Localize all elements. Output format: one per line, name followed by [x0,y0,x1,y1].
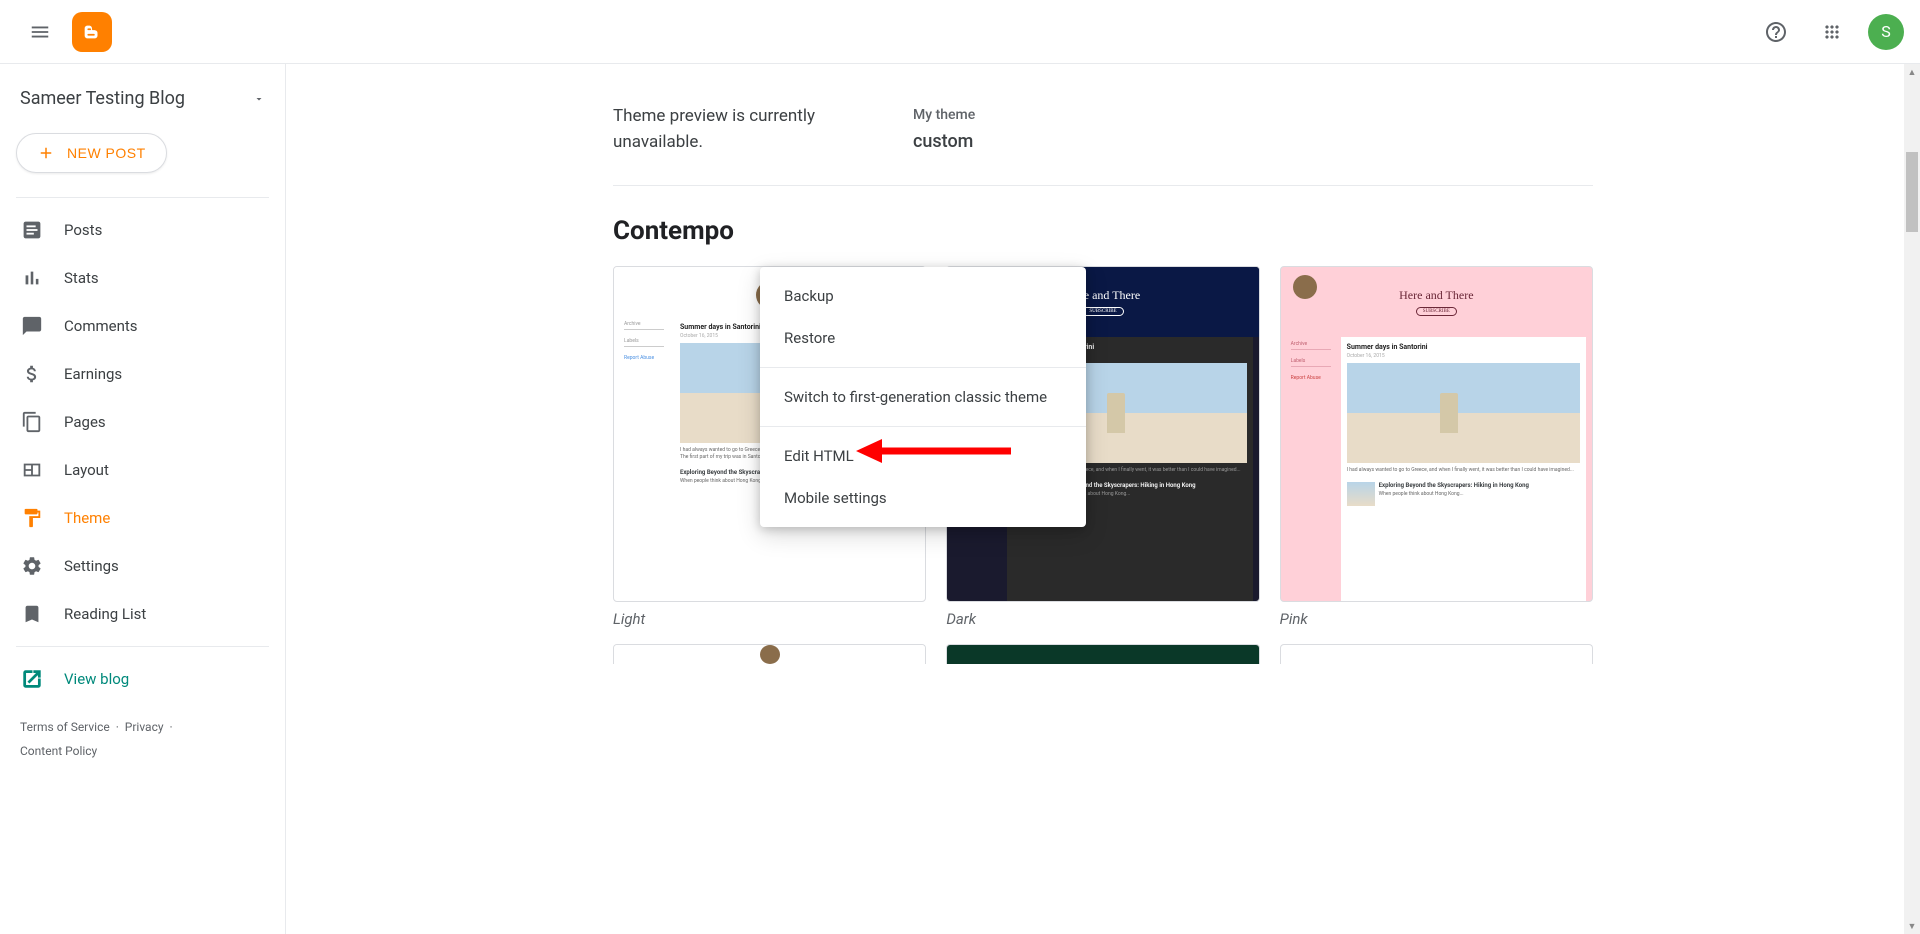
hamburger-icon [29,21,51,43]
theme-category-title: Contempo [613,216,1593,246]
theme-name-label: Light [613,610,926,628]
dropdown-item-edit-html[interactable]: Edit HTML [760,435,1086,477]
sidebar-item-label: Reading List [64,605,146,623]
legal-links: Terms of Service · Privacy · Content Pol… [0,703,285,775]
pages-icon [20,410,44,434]
chevron-down-icon [253,93,265,105]
layout-icon [20,458,44,482]
theme-card-partial[interactable] [946,644,1259,664]
my-theme-name: custom [913,131,975,152]
sidebar-item-reading-list[interactable]: Reading List [8,590,277,638]
theme-card-partial[interactable] [613,644,926,664]
app-header: S [0,0,1920,64]
blog-selector[interactable]: Sameer Testing Blog [0,80,285,125]
view-blog-link[interactable]: View blog [8,655,277,703]
theme-name-label: Dark [946,610,1259,628]
sidebar-item-label: Layout [64,461,109,479]
earnings-icon [20,362,44,386]
sidebar-item-label: Theme [64,509,110,527]
sidebar-item-label: Stats [64,269,99,287]
dropdown-item-classic[interactable]: Switch to first-generation classic theme [760,376,1086,418]
user-avatar[interactable]: S [1868,14,1904,50]
sidebar-item-layout[interactable]: Layout [8,446,277,494]
sidebar: Sameer Testing Blog NEW POST Posts Stats… [0,64,286,934]
sidebar-item-pages[interactable]: Pages [8,398,277,446]
help-button[interactable] [1752,8,1800,56]
apps-grid-icon [1822,22,1842,42]
avatar-initial: S [1881,22,1891,41]
open-in-new-icon [20,667,44,691]
theme-thumbnail [613,644,926,664]
posts-icon [20,218,44,242]
theme-icon [20,506,44,530]
settings-icon [20,554,44,578]
dropdown-item-backup[interactable]: Backup [760,275,1086,317]
theme-thumbnail [946,644,1259,664]
sidebar-item-earnings[interactable]: Earnings [8,350,277,398]
blog-name: Sameer Testing Blog [20,88,185,109]
sidebar-item-label: Pages [64,413,106,431]
sidebar-item-label: Settings [64,557,119,575]
scroll-up-arrow[interactable]: ▲ [1904,64,1920,80]
sidebar-item-posts[interactable]: Posts [8,206,277,254]
blogger-logo[interactable] [72,12,112,52]
theme-thumbnail: Here and ThereSUBSCRIBE ArchiveLabelsRep… [1280,266,1593,602]
main-content: ▲ ▼ Theme preview is currently unavailab… [286,64,1920,934]
comments-icon [20,314,44,338]
sidebar-item-comments[interactable]: Comments [8,302,277,350]
reading-list-icon [20,602,44,626]
theme-card-pink[interactable]: Here and ThereSUBSCRIBE ArchiveLabelsRep… [1280,266,1593,628]
sidebar-item-label: Comments [64,317,138,335]
scroll-down-arrow[interactable]: ▼ [1904,918,1920,934]
customize-dropdown-menu: Backup Restore Switch to first-generatio… [760,267,1086,527]
theme-name-label: Pink [1280,610,1593,628]
sidebar-item-theme[interactable]: Theme [8,494,277,542]
my-theme-label: My theme [913,107,975,123]
new-post-label: NEW POST [67,145,146,161]
view-blog-label: View blog [64,670,129,688]
sidebar-item-label: Posts [64,221,102,239]
help-icon [1764,20,1788,44]
blogger-b-icon [81,21,103,43]
sidebar-item-label: Earnings [64,365,122,383]
plus-icon [37,144,55,162]
hamburger-menu-button[interactable] [16,8,64,56]
content-policy-link[interactable]: Content Policy [20,744,97,758]
dropdown-item-mobile[interactable]: Mobile settings [760,477,1086,519]
sidebar-item-settings[interactable]: Settings [8,542,277,590]
theme-thumbnail [1280,644,1593,664]
stats-icon [20,266,44,290]
tos-link[interactable]: Terms of Service [20,720,110,734]
scrollbar[interactable]: ▲ ▼ [1904,64,1920,934]
theme-card-partial[interactable] [1280,644,1593,664]
preview-unavailable-text: Theme preview is currently unavailable. [613,104,853,155]
apps-button[interactable] [1808,8,1856,56]
sidebar-item-stats[interactable]: Stats [8,254,277,302]
new-post-button[interactable]: NEW POST [16,133,167,173]
privacy-link[interactable]: Privacy [125,720,164,734]
scrollbar-thumb[interactable] [1906,152,1918,232]
dropdown-item-restore[interactable]: Restore [760,317,1086,359]
